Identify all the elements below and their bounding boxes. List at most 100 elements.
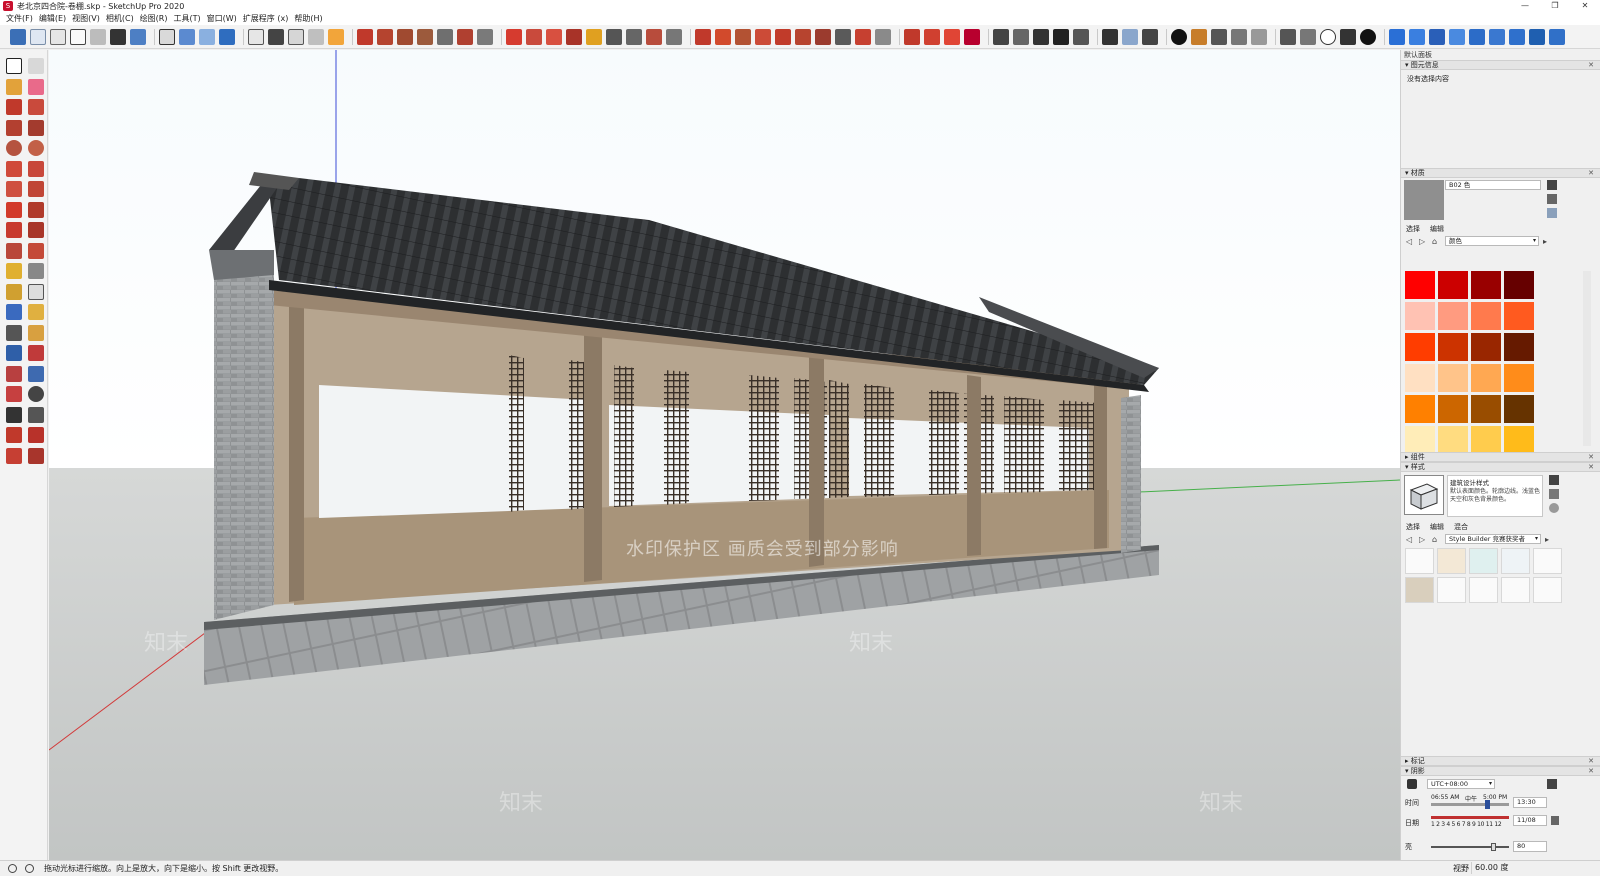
tab-materials-edit[interactable]: 编辑 xyxy=(1430,224,1444,235)
tab-styles-mix[interactable]: 混合 xyxy=(1454,522,1468,533)
pencil-icon[interactable] xyxy=(6,99,22,115)
info-icon[interactable] xyxy=(25,864,34,873)
zoom-extents-tool-icon[interactable] xyxy=(6,365,22,382)
stairs-icon[interactable] xyxy=(457,28,473,45)
toggle-icon[interactable] xyxy=(1211,28,1227,45)
refresh-icon[interactable] xyxy=(1509,28,1525,45)
home-icon[interactable] xyxy=(1053,28,1069,45)
close-icon[interactable]: ✕ xyxy=(1588,169,1594,178)
material-swatch[interactable] xyxy=(1504,426,1534,454)
time-slider[interactable] xyxy=(1431,803,1509,806)
material-swatch[interactable] xyxy=(1405,333,1435,361)
hidden-line-icon[interactable] xyxy=(90,28,106,45)
position-camera-icon[interactable] xyxy=(6,386,22,402)
tab-styles-edit[interactable]: 编辑 xyxy=(1430,522,1444,533)
polygon-icon[interactable] xyxy=(28,140,44,156)
style-thumbnail[interactable] xyxy=(1437,577,1466,603)
lattice-icon[interactable] xyxy=(417,28,433,45)
extension-warehouse-icon[interactable] xyxy=(1073,28,1089,45)
camera-icon[interactable] xyxy=(268,28,284,45)
style-thumbnail[interactable] xyxy=(1501,548,1530,574)
front-view-icon[interactable] xyxy=(50,28,66,45)
material-swatch[interactable] xyxy=(1438,364,1468,392)
styles-header[interactable]: ▾ 样式 ✕ xyxy=(1401,462,1600,472)
look-around-icon[interactable] xyxy=(28,386,44,402)
style-thumbnail[interactable] xyxy=(1405,577,1434,603)
cart-icon[interactable] xyxy=(1340,28,1356,45)
box-icon[interactable] xyxy=(248,28,264,45)
extrude-icon[interactable] xyxy=(735,28,751,45)
material-name-field[interactable]: B02 色 xyxy=(1445,180,1541,190)
expand-icon[interactable] xyxy=(1469,28,1485,45)
profile-icon[interactable] xyxy=(1360,28,1376,45)
protractor-icon[interactable] xyxy=(6,283,22,300)
material-swatch[interactable] xyxy=(1471,426,1501,454)
paint-bucket-icon[interactable] xyxy=(6,78,22,95)
library-icon[interactable] xyxy=(1013,28,1029,45)
home-icon[interactable]: ⌂ xyxy=(1432,535,1441,544)
shield-icon[interactable] xyxy=(1191,28,1207,45)
material-swatch[interactable] xyxy=(1471,395,1501,423)
curve-tool-icon[interactable] xyxy=(546,28,562,45)
paint-icon[interactable] xyxy=(924,28,940,45)
arc-tool-icon[interactable] xyxy=(526,28,542,45)
extension-manager-icon[interactable] xyxy=(6,447,22,464)
back-icon[interactable]: ◁ xyxy=(1406,535,1415,544)
create-material-icon[interactable] xyxy=(1547,180,1557,190)
bar-chart-icon[interactable] xyxy=(626,28,642,45)
material-swatch[interactable] xyxy=(1504,333,1534,361)
offset-tool-icon[interactable] xyxy=(28,242,44,259)
mirror-icon[interactable] xyxy=(815,28,831,45)
shaded-icon[interactable] xyxy=(110,28,126,45)
iso-view-icon[interactable] xyxy=(10,28,26,45)
pyramid-icon[interactable] xyxy=(715,28,731,45)
bezier-icon[interactable] xyxy=(566,28,582,45)
light-slider[interactable] xyxy=(1431,846,1509,848)
minimize-button[interactable]: — xyxy=(1510,0,1540,12)
wireframe-icon[interactable] xyxy=(70,28,86,45)
checker-icon[interactable] xyxy=(1231,28,1247,45)
spline-icon[interactable] xyxy=(646,28,662,45)
tags-header[interactable]: ▸ 标记 ✕ xyxy=(1401,756,1600,766)
cloud-sync-icon[interactable] xyxy=(1409,28,1425,45)
material-swatch[interactable] xyxy=(1471,302,1501,330)
close-icon[interactable]: ✕ xyxy=(1588,453,1594,462)
grid-window-icon[interactable] xyxy=(397,28,413,45)
three-point-arc-icon[interactable] xyxy=(6,181,22,197)
snapshot-icon[interactable] xyxy=(875,28,891,45)
line-tool-icon[interactable] xyxy=(506,28,522,45)
door-icon[interactable] xyxy=(357,28,373,45)
components-header[interactable]: ▸ 组件 ✕ xyxy=(1401,452,1600,462)
material-swatch[interactable] xyxy=(1438,395,1468,423)
menu-extensions[interactable]: 扩展程序 (x) xyxy=(243,13,289,24)
refresh-style-icon[interactable] xyxy=(1549,503,1559,513)
top-view-icon[interactable] xyxy=(30,28,46,45)
date-field[interactable]: 11/08 xyxy=(1513,815,1547,826)
close-icon[interactable]: ✕ xyxy=(1588,463,1594,472)
close-icon[interactable]: ✕ xyxy=(1588,767,1594,776)
menu-camera[interactable]: 相机(C) xyxy=(106,13,134,24)
zoom-extents-icon[interactable] xyxy=(219,28,235,45)
material-swatch[interactable] xyxy=(1405,364,1435,392)
material-swatch[interactable] xyxy=(1438,271,1468,299)
export-icon[interactable] xyxy=(1300,28,1316,45)
orbit-tool-icon[interactable] xyxy=(6,324,22,341)
material-swatch[interactable] xyxy=(1504,395,1534,423)
warehouse-icon[interactable] xyxy=(1033,28,1049,45)
close-icon[interactable]: ✕ xyxy=(1588,757,1594,766)
menu-view[interactable]: 视图(V) xyxy=(72,13,100,24)
material-swatch[interactable] xyxy=(1438,302,1468,330)
share-model-icon[interactable] xyxy=(28,427,44,443)
walk-icon[interactable] xyxy=(6,406,22,423)
more-icon[interactable] xyxy=(1549,28,1565,45)
cloud-check-icon[interactable] xyxy=(1449,28,1465,45)
style-thumbnail[interactable] xyxy=(1501,577,1530,603)
two-point-arc-icon[interactable] xyxy=(28,160,44,177)
material-swatch[interactable] xyxy=(1438,333,1468,361)
cloud-icon[interactable] xyxy=(1251,28,1267,45)
materials-header[interactable]: ▾ 材质 ✕ xyxy=(1401,168,1600,178)
style-thumbnail[interactable] xyxy=(1405,548,1434,574)
style-thumbnail[interactable] xyxy=(1437,548,1466,574)
eraser-icon[interactable] xyxy=(28,78,44,95)
rotated-rectangle-icon[interactable] xyxy=(28,119,44,136)
